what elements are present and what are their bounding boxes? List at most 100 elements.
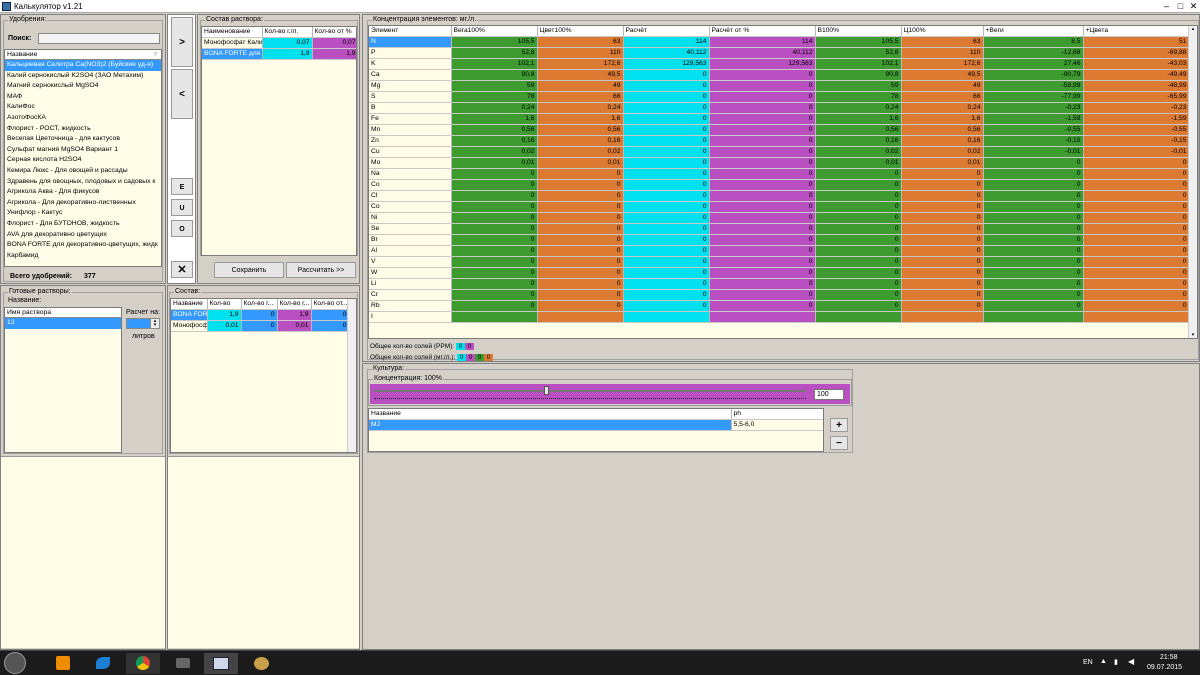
composition-cell-b[interactable]: 0 [241,320,278,332]
concentration-value-cell[interactable]: 0 [537,278,624,290]
concentration-value-cell[interactable]: 0 [709,69,816,81]
element-name-cell[interactable]: I [369,311,452,323]
concentration-value-cell[interactable]: 66 [537,91,624,103]
concentration-value-cell[interactable]: 1,6 [451,113,538,125]
composition-cell-a[interactable]: 1,9 [207,309,242,321]
close-window-button[interactable]: ✕ [1187,1,1200,12]
concentration-value-cell[interactable]: 0,24 [451,102,538,114]
concentration-value-cell[interactable]: 1,6 [901,113,984,125]
concentration-value-cell[interactable]: 0 [1083,234,1190,246]
composition-column-header[interactable]: Кол-во г... [277,299,312,310]
concentration-value-cell[interactable]: 49,5 [901,69,984,81]
fertilizer-list-item[interactable]: Здравень для овощных, плодовых и садовых… [5,177,161,188]
concentration-column-header[interactable]: +Веги [983,26,1084,37]
concentration-value-cell[interactable]: 0 [451,212,538,224]
concentration-value-cell[interactable]: 0 [815,300,902,312]
concentration-value-cell[interactable]: 102,1 [815,58,902,70]
concentration-value-cell[interactable]: 0 [623,69,710,81]
fertilizer-list-item[interactable]: Сульфат магния MgSO4 Вариант 1 [5,145,161,156]
concentration-value-cell[interactable]: -43,03 [1083,58,1190,70]
element-name-cell[interactable]: Br [369,234,452,246]
fertilizer-list-item[interactable]: Агрикола Аква - Для фикусов [5,187,161,198]
concentration-value-cell[interactable]: 0 [451,267,538,279]
element-name-cell[interactable]: Ca [369,69,452,81]
concentration-value-cell[interactable]: 49 [901,80,984,92]
concentration-value-cell[interactable]: 0 [537,267,624,279]
concentration-value-cell[interactable]: 110 [537,47,624,59]
concentration-row[interactable]: P 52,8 110 40,112 40,112 52,8 110 -12,68 -69,88 [369,47,1190,59]
clock-time[interactable]: 21:58 [1160,654,1178,661]
concentration-value-cell[interactable]: 0 [451,300,538,312]
update-button[interactable]: U [171,199,193,216]
concentration-value-cell[interactable]: 0 [709,190,816,202]
concentration-value-cell[interactable]: 0 [901,168,984,180]
concentration-column-header[interactable]: Вега100% [451,26,538,37]
composition-name-cell[interactable]: BONA FOR [171,309,208,321]
concentration-value-cell[interactable]: -77,99 [983,91,1084,103]
fertilizer-list-item[interactable]: Флорист - Для БУТОНОВ, жидкость [5,219,161,230]
concentration-value-cell[interactable]: 0 [537,289,624,301]
fertilizer-list-item[interactable]: Кальциевая Селитра Ca(NO3)2 (Буйские уд-… [5,60,161,71]
network-icon[interactable]: ▮ [1114,658,1118,666]
concentration-value-cell[interactable] [623,311,710,323]
element-name-cell[interactable]: Mg [369,80,452,92]
start-button[interactable] [4,652,26,674]
concentration-value-cell[interactable]: 0 [983,190,1084,202]
concentration-value-cell[interactable]: 0 [1083,168,1190,180]
culture-ph-cell[interactable]: 5,5-6,0 [731,419,823,431]
concentration-value-cell[interactable]: 0 [709,113,816,125]
fertilizer-list-item[interactable]: Веселая Цветочница - для кактусов [5,134,161,145]
concentration-value-cell[interactable]: 49 [537,80,624,92]
concentration-value-cell[interactable]: 78 [451,91,538,103]
concentration-value-cell[interactable]: 1,6 [815,113,902,125]
concentration-value-cell[interactable]: 0 [1083,267,1190,279]
solution-name-cell[interactable]: BONA FORTE для [202,48,263,60]
element-name-cell[interactable]: Mo [369,157,452,169]
concentration-row[interactable]: Na 0 0 0 0 0 0 0 0 [369,168,1190,180]
concentration-value-cell[interactable]: 105,5 [815,36,902,48]
concentration-value-cell[interactable]: 0 [623,157,710,169]
element-name-cell[interactable]: W [369,267,452,279]
concentration-row[interactable]: Cr 0 0 0 0 0 0 0 0 [369,289,1190,301]
concentration-value-cell[interactable]: 0 [451,223,538,235]
composition-column-header[interactable]: Название [171,299,208,310]
element-name-cell[interactable]: Na [369,168,452,180]
concentration-value-cell[interactable]: 102,1 [451,58,538,70]
concentration-row[interactable]: Se 0 0 0 0 0 0 0 0 [369,223,1190,235]
maximize-button[interactable]: □ [1174,1,1187,12]
concentration-value-cell[interactable]: 0 [815,212,902,224]
element-name-cell[interactable]: Co [369,179,452,191]
concentration-value-cell[interactable]: 0 [537,168,624,180]
solution-row[interactable]: BONA FORTE для 1,9 1,9 [202,48,356,60]
concentration-value-cell[interactable]: 0 [1083,201,1190,213]
concentration-value-cell[interactable]: 0 [709,256,816,268]
concentration-value-cell[interactable]: 0 [983,300,1084,312]
concentration-column-header[interactable]: Элемент [369,26,452,37]
concentration-value-cell[interactable]: 0 [623,135,710,147]
concentration-value-cell[interactable]: 0 [815,234,902,246]
concentration-value-cell[interactable]: 0 [1083,179,1190,191]
concentration-row[interactable]: Ca 90,8 49,5 0 0 90,8 49,5 -90,79 -49,49 [369,69,1190,81]
concentration-value-cell[interactable]: 0,02 [537,146,624,158]
concentration-value-cell[interactable]: 0 [451,289,538,301]
concentration-value-cell[interactable]: -90,79 [983,69,1084,81]
concentration-value-cell[interactable]: 0 [983,245,1084,257]
slider-track[interactable] [374,390,806,392]
concentration-value-cell[interactable]: -0,23 [983,102,1084,114]
concentration-value-cell[interactable]: 78 [815,91,902,103]
concentration-value-cell[interactable]: 0,01 [901,157,984,169]
concentration-value-cell[interactable]: 0 [815,278,902,290]
concentration-value-cell[interactable]: 66 [901,91,984,103]
calculate-button[interactable]: Рассчитать >> [286,262,356,278]
concentration-value-cell[interactable]: 0 [623,245,710,257]
concentration-value-cell[interactable]: 0 [983,168,1084,180]
concentration-row[interactable]: S 78 66 0 0 78 66 -77,99 -65,99 [369,91,1190,103]
scroll-down-icon[interactable]: ▾ [1189,332,1197,338]
concentration-value-cell[interactable]: 59 [451,80,538,92]
concentration-row[interactable]: Rb 0 0 0 0 0 0 0 0 [369,300,1190,312]
concentration-value-cell[interactable]: 0 [451,245,538,257]
concentration-value-cell[interactable]: 0,01 [451,157,538,169]
concentration-value-cell[interactable]: 0 [1083,256,1190,268]
slider-value-input[interactable]: 100 [814,389,844,400]
concentration-value-cell[interactable]: 0 [623,80,710,92]
